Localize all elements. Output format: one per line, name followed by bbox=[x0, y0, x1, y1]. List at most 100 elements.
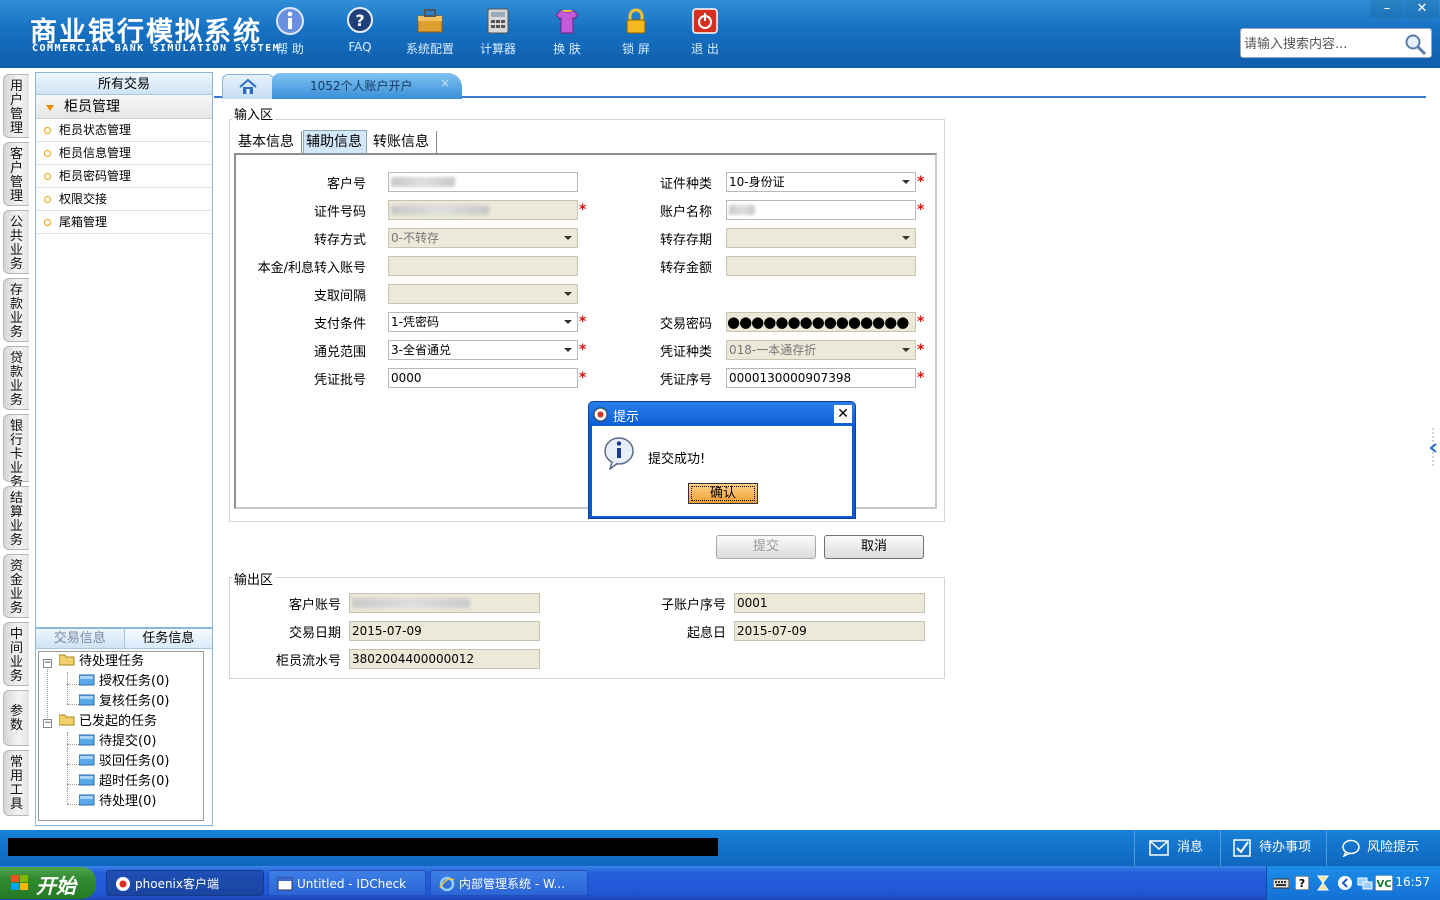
hourglass-icon[interactable] bbox=[1317, 875, 1329, 891]
exit-button[interactable]: 退 出 bbox=[673, 6, 737, 62]
tab-task-info[interactable]: 任务信息 bbox=[124, 629, 212, 648]
voucher-seq-field[interactable]: 0000130000907398 bbox=[726, 368, 916, 388]
category-rail: 用户管理 客户管理 公共业务 存款业务 贷款业务 银行卡业务 结算业务 资金业务… bbox=[0, 68, 32, 830]
dialog-confirm-button[interactable]: 确认 bbox=[688, 483, 758, 504]
menu-group-teller-management[interactable]: 柜员管理 bbox=[36, 95, 212, 119]
ime-icon[interactable]: VC bbox=[1375, 875, 1393, 891]
help-button[interactable]: 帮 助 bbox=[258, 6, 322, 62]
subtab-basic-info[interactable]: 基本信息 bbox=[236, 131, 302, 153]
exchange-range-select[interactable]: 3-全省通兑 bbox=[388, 340, 578, 360]
rail-card-business[interactable]: 银行卡业务 bbox=[3, 414, 29, 490]
tab-personal-account-opening[interactable]: 1052个人账户开户 × bbox=[272, 73, 462, 99]
close-window-button[interactable]: ✕ bbox=[1405, 0, 1439, 18]
rail-deposit-business[interactable]: 存款业务 bbox=[3, 278, 29, 342]
rail-parameters[interactable]: 参数 bbox=[3, 690, 29, 746]
rail-loan-business[interactable]: 贷款业务 bbox=[3, 346, 29, 410]
teller-serial-label: 柜员流水号 bbox=[275, 654, 341, 669]
collapse-toggle[interactable]: − bbox=[43, 719, 52, 728]
rail-intermediary-business[interactable]: 中间业务 bbox=[3, 622, 29, 686]
menu-item-teller-password[interactable]: 柜员密码管理 bbox=[36, 165, 212, 188]
value-date-field[interactable]: 2015-07-09 bbox=[734, 621, 925, 641]
menu-item-teller-info[interactable]: 柜员信息管理 bbox=[36, 142, 212, 165]
customer-account-field[interactable] bbox=[349, 593, 540, 613]
menu-item-teller-status[interactable]: 柜员状态管理 bbox=[36, 119, 212, 142]
id-type-select[interactable]: 10-身份证 bbox=[726, 172, 916, 192]
transfer-mode-select[interactable]: 0-不转存 bbox=[388, 228, 578, 248]
calculator-button[interactable]: 计算器 bbox=[466, 6, 530, 62]
dropdown-arrow-icon[interactable] bbox=[560, 286, 576, 302]
required-mark: * bbox=[579, 314, 587, 330]
lock-screen-button[interactable]: 锁 屏 bbox=[604, 6, 668, 62]
system-config-button[interactable]: 系统配置 bbox=[398, 6, 462, 62]
payment-condition-select[interactable]: 1-凭密码 bbox=[388, 312, 578, 332]
account-name-field[interactable] bbox=[726, 200, 916, 220]
dropdown-arrow-icon[interactable] bbox=[560, 230, 576, 246]
tree-rejected-tasks[interactable]: 驳回任务(0) bbox=[79, 752, 169, 772]
back-arrow-icon[interactable] bbox=[1337, 875, 1353, 891]
tree-pending-tasks[interactable]: 待处理任务 bbox=[59, 652, 144, 672]
submit-button[interactable]: 提交 bbox=[716, 535, 816, 559]
dialog-close-button[interactable]: ✕ bbox=[834, 405, 852, 423]
svg-text:VC: VC bbox=[1376, 879, 1391, 890]
faq-button[interactable]: ? FAQ bbox=[328, 6, 392, 62]
subtab-transfer-info[interactable]: 转账信息 bbox=[371, 131, 437, 153]
collapse-toggle[interactable]: − bbox=[43, 659, 52, 668]
dropdown-arrow-icon[interactable] bbox=[898, 174, 914, 190]
dropdown-arrow-icon[interactable] bbox=[560, 342, 576, 358]
tree-to-process[interactable]: 待处理(0) bbox=[79, 792, 156, 812]
rail-user-management[interactable]: 用户管理 bbox=[3, 74, 29, 138]
tab-home[interactable] bbox=[222, 74, 274, 99]
menu-item-tail-box[interactable]: 尾箱管理 bbox=[36, 211, 212, 234]
tab-trade-info[interactable]: 交易信息 bbox=[36, 629, 125, 648]
taskbar-item-ie[interactable]: 内部管理系统 - W... bbox=[430, 870, 588, 896]
windows-logo-icon bbox=[11, 875, 28, 890]
network-icon[interactable] bbox=[1357, 875, 1373, 891]
todo-button[interactable]: 待办事项 bbox=[1220, 830, 1324, 866]
subtab-auxiliary-info[interactable]: 辅助信息 bbox=[303, 130, 367, 153]
dropdown-arrow-icon[interactable] bbox=[898, 342, 914, 358]
teller-serial-field[interactable]: 3802004400000012 bbox=[349, 649, 540, 669]
taskbar-item-idcheck[interactable]: Untitled - IDCheck bbox=[268, 870, 426, 896]
rail-public-business[interactable]: 公共业务 bbox=[3, 210, 29, 274]
risk-alert-button[interactable]: 风险提示 bbox=[1326, 830, 1440, 866]
rail-common-tools[interactable]: 常用工具 bbox=[3, 750, 29, 816]
sub-account-field[interactable]: 0001 bbox=[734, 593, 925, 613]
taskbar-item-phoenix[interactable]: phoenix客户端 bbox=[106, 870, 264, 896]
menu-item-authority-handover[interactable]: 权限交接 bbox=[36, 188, 212, 211]
side-menu-header[interactable]: 所有交易 bbox=[36, 73, 212, 95]
transfer-amount-field[interactable] bbox=[726, 256, 916, 276]
trade-password-field[interactable]: ●●●●●●●●●●●●●●● bbox=[726, 312, 916, 332]
id-no-field[interactable] bbox=[388, 200, 578, 220]
cancel-button[interactable]: 取消 bbox=[824, 535, 924, 559]
rail-customer-management[interactable]: 客户管理 bbox=[3, 142, 29, 206]
search-input[interactable] bbox=[1244, 33, 1404, 55]
minimize-button[interactable]: – bbox=[1370, 0, 1404, 18]
search-icon[interactable] bbox=[1403, 32, 1427, 56]
tree-review-tasks[interactable]: 复核任务(0) bbox=[79, 692, 169, 712]
dropdown-arrow-icon[interactable] bbox=[898, 230, 914, 246]
help-icon bbox=[276, 7, 304, 35]
tree-initiated-tasks[interactable]: 已发起的任务 bbox=[59, 712, 157, 732]
skin-button[interactable]: 换 肤 bbox=[535, 6, 599, 62]
voucher-batch-field[interactable]: 0000 bbox=[388, 368, 578, 388]
trade-date-field[interactable]: 2015-07-09 bbox=[349, 621, 540, 641]
voucher-type-select[interactable]: 018-一本通存折 bbox=[726, 340, 916, 360]
messages-button[interactable]: 消息 bbox=[1134, 830, 1210, 866]
principal-account-field[interactable] bbox=[388, 256, 578, 276]
help-tray-icon[interactable]: ? bbox=[1295, 876, 1309, 890]
tree-to-submit[interactable]: 待提交(0) bbox=[79, 732, 156, 752]
collapse-handle-icon[interactable] bbox=[1428, 428, 1438, 468]
transfer-term-select[interactable] bbox=[726, 228, 916, 248]
start-button[interactable]: 开始 bbox=[0, 867, 96, 899]
rail-settlement-business[interactable]: 结算业务 bbox=[3, 486, 29, 550]
dropdown-arrow-icon[interactable] bbox=[560, 314, 576, 330]
voucher-seq-label: 凭证序号 bbox=[659, 373, 712, 388]
customer-no-field[interactable] bbox=[388, 172, 578, 192]
tab-close-icon[interactable]: × bbox=[440, 76, 450, 90]
tree-authorize-tasks[interactable]: 授权任务(0) bbox=[79, 672, 169, 692]
task-tabs: 交易信息 任务信息 bbox=[36, 629, 212, 649]
rail-fund-business[interactable]: 资金业务 bbox=[3, 554, 29, 618]
tree-timeout-tasks[interactable]: 超时任务(0) bbox=[79, 772, 169, 792]
keyboard-icon[interactable] bbox=[1273, 877, 1289, 889]
withdraw-interval-select[interactable] bbox=[388, 284, 578, 304]
